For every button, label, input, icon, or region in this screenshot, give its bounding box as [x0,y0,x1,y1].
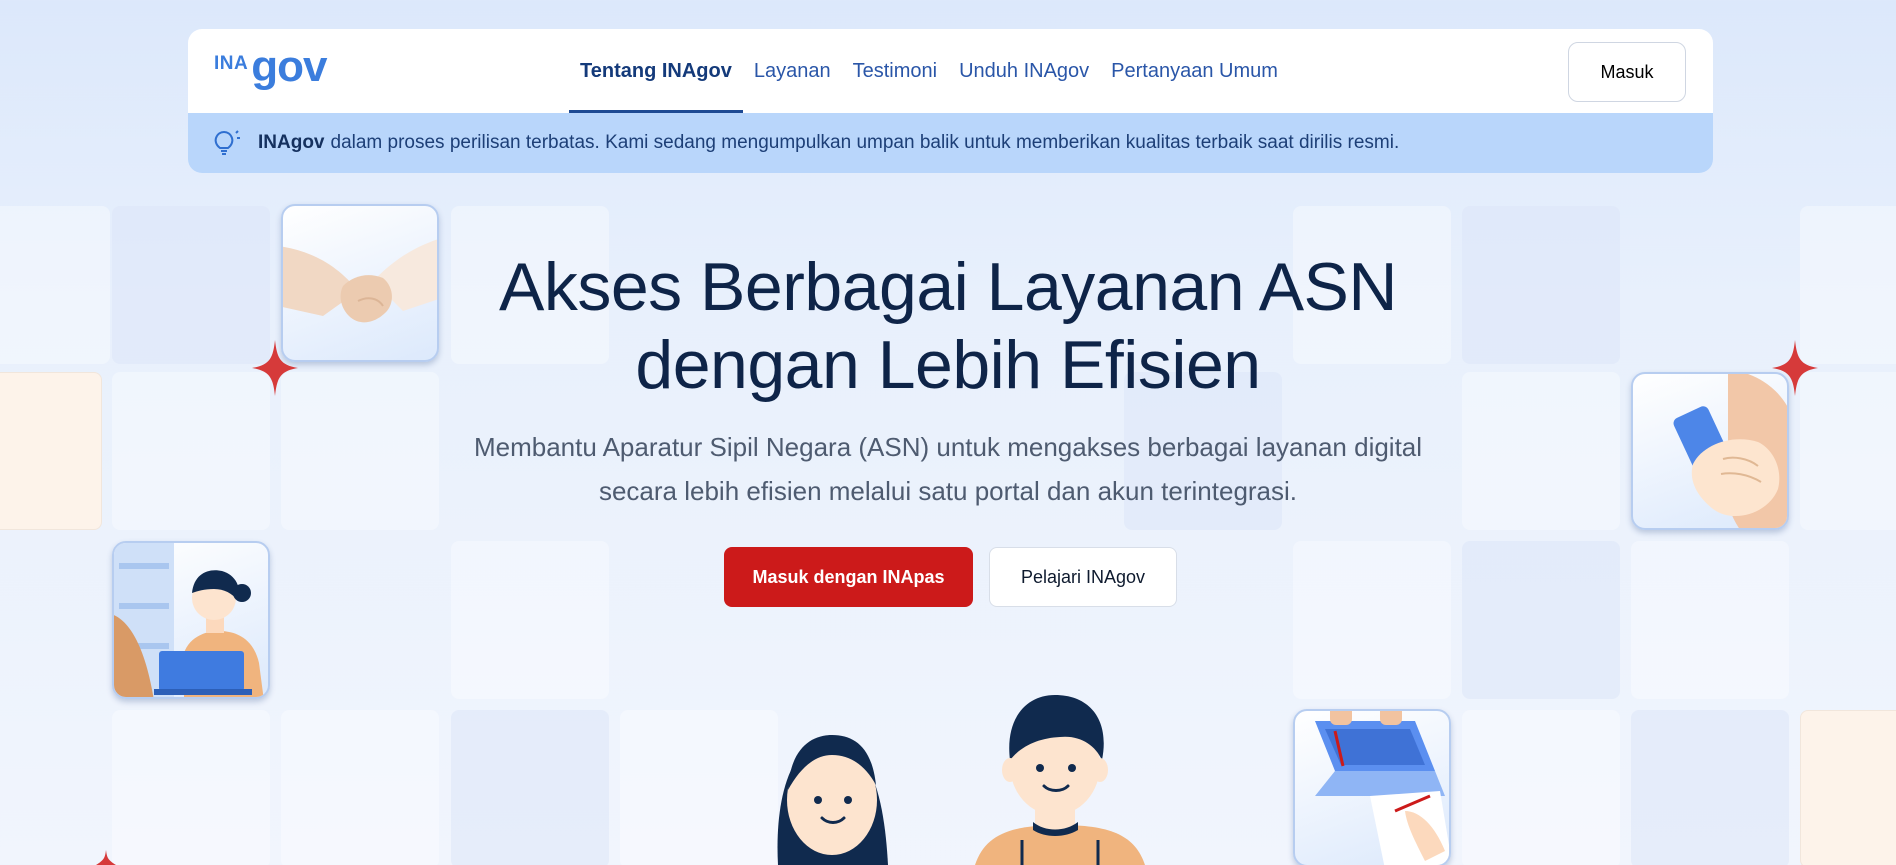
bg-tile [1462,710,1620,865]
hero-cta-row: Masuk dengan INApas Pelajari INAgov [724,547,1177,607]
login-button[interactable]: Masuk [1568,42,1686,102]
office-worker-illustration [112,541,270,699]
bg-tile [1462,541,1620,699]
hero-subtitle-line1: Membantu Aparatur Sipil Negara (ASN) unt… [473,432,1423,462]
hero-subtitle-line2: secara lebih efisien melalui satu portal… [598,476,1298,506]
navbar: INA gov Tentang INAgov Layanan Testimoni… [188,29,1713,113]
sparkle-icon [96,850,116,865]
nav-menu: Tentang INAgov Layanan Testimoni Unduh I… [569,29,1289,113]
bg-tile [620,710,778,865]
bg-tile [281,710,439,865]
nav-item-layanan[interactable]: Layanan [743,29,842,113]
bg-tile [1631,710,1789,865]
inagov-logo[interactable]: INA gov [214,42,354,95]
asn-characters-illustration [760,690,1160,865]
bg-tile [1293,541,1451,699]
laptop-typing-illustration [1293,709,1451,865]
nav-item-unduh[interactable]: Unduh INAgov [948,29,1100,113]
logo-prefix: INA [214,53,249,74]
hero-title-line2: dengan Lebih Efisien [635,327,1261,403]
banner-brand: INAgov [258,132,325,153]
site-header: INA gov Tentang INAgov Layanan Testimoni… [188,29,1713,173]
hero-subtitle: Membantu Aparatur Sipil Negara (ASN) unt… [420,425,1476,513]
bg-tile [1631,541,1789,699]
banner-message: dalam proses perilisan terbatas. Kami se… [330,132,1400,153]
bg-tile [112,710,270,865]
logo-word: gov [251,42,327,91]
learn-inagov-button[interactable]: Pelajari INAgov [989,547,1177,607]
release-banner: INAgov dalam proses perilisan terbatas. … [188,113,1713,173]
nav-item-testimoni[interactable]: Testimoni [842,29,948,113]
bg-tile [451,710,609,865]
bg-tile [451,541,609,699]
hero-title-line1: Akses Berbagai Layanan ASN [498,249,1398,325]
lightbulb-icon [208,126,242,166]
bg-tile-peach [1800,710,1896,865]
login-inapas-button[interactable]: Masuk dengan INApas [724,547,973,607]
nav-item-faq[interactable]: Pertanyaan Umum [1100,29,1289,113]
hero-title: Akses Berbagai Layanan ASN dengan Lebih … [0,248,1896,404]
nav-item-tentang[interactable]: Tentang INAgov [569,29,743,113]
